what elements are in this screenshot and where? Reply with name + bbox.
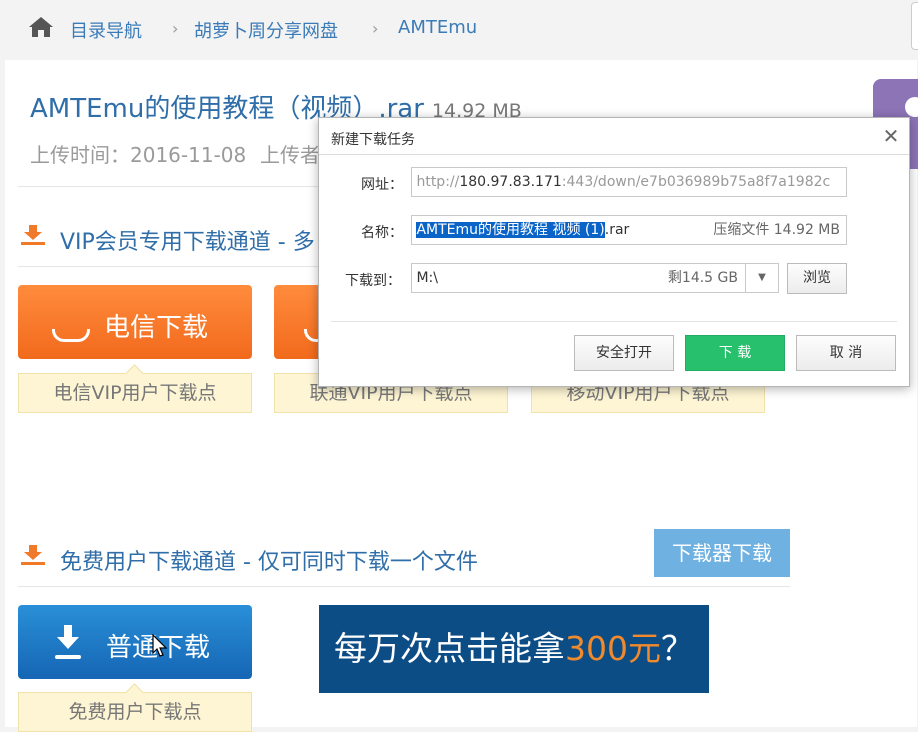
name-field[interactable]: AMTEmu的使用教程 视频 (1).rar 压缩文件 14.92 MB (411, 215, 847, 245)
normal-download-button[interactable]: 普通下载 (18, 605, 252, 679)
breadcrumb-item-directory[interactable]: 目录导航 (70, 17, 142, 43)
saveto-label: 下载到： (345, 273, 401, 289)
ad-highlight: 300元 (565, 629, 661, 668)
divider (319, 154, 909, 155)
uploader: 上传者 (260, 143, 320, 167)
ad-text-end: ？ (661, 629, 694, 668)
download-button[interactable]: 下 载 (685, 335, 785, 371)
telecom-tip: 电信VIP用户下载点 (18, 373, 252, 413)
url-label: 网址： (361, 177, 403, 193)
free-section-title: 免费用户下载通道 - 仅可同时下载一个文件 (60, 550, 478, 575)
url-rest: :443/down/e7b036989b75a8f7a1982c (561, 174, 831, 190)
divider (331, 321, 897, 322)
downloader-download-button[interactable]: 下载器下载 (654, 529, 790, 577)
vip-section-title: VIP会员专用下载通道 - 多 (60, 230, 315, 255)
url-field[interactable]: http://180.97.83.171:443/down/e7b036989b… (411, 167, 847, 197)
saveto-path: M:\ (416, 270, 438, 286)
browse-button[interactable]: 浏览 (787, 263, 847, 294)
chevron-right-icon: › (372, 19, 379, 38)
download-icon (55, 625, 81, 659)
url-prefix: http:// (416, 174, 460, 190)
top-right-control[interactable] (911, 2, 918, 50)
free-space: 剩14.5 GB (667, 270, 738, 286)
close-icon[interactable]: ✕ (881, 126, 901, 146)
breadcrumb-item-current[interactable]: AMTEmu (398, 17, 477, 38)
dialog-title: 新建下载任务 (331, 132, 415, 148)
side-tab-icon (905, 97, 918, 117)
telecom-download-label: 电信下载 (104, 313, 209, 343)
upload-time: 上传时间：2016-11-08 (30, 143, 247, 167)
divider (18, 266, 318, 267)
name-label: 名称： (361, 225, 403, 241)
name-selected-text: AMTEmu的使用教程 视频 (1) (416, 222, 605, 238)
chevron-right-icon: › (172, 19, 179, 38)
mouse-cursor-icon (152, 634, 168, 657)
breadcrumb-item-share[interactable]: 胡萝卜周分享网盘 (194, 17, 338, 43)
ad-banner[interactable]: 每万次点击能拿300元？ (319, 605, 709, 693)
file-kind-size: 压缩文件 14.92 MB (713, 222, 840, 238)
name-extension: .rar (604, 222, 630, 238)
download-icon (21, 545, 45, 565)
ad-text: 每万次点击能拿 (334, 629, 565, 668)
cancel-button[interactable]: 取 消 (796, 335, 896, 371)
safe-open-button[interactable]: 安全打开 (574, 335, 674, 371)
saveto-select[interactable]: M:\ 剩14.5 GB ▼ (411, 263, 779, 293)
breadcrumb: 目录导航 › 胡萝卜周分享网盘 › AMTEmu (0, 0, 918, 58)
telecom-download-button[interactable]: 电信下载 (18, 285, 252, 359)
download-icon (21, 225, 45, 245)
new-download-dialog: 新建下载任务 ✕ 网址： http://180.97.83.171:443/do… (318, 117, 910, 387)
url-host: 180.97.83.171 (459, 174, 562, 190)
divider (18, 586, 790, 587)
divider (18, 186, 318, 187)
free-tip: 免费用户下载点 (18, 692, 252, 732)
home-icon[interactable] (28, 16, 54, 38)
chevron-down-icon[interactable]: ▼ (745, 264, 778, 292)
download-icon (52, 329, 90, 342)
